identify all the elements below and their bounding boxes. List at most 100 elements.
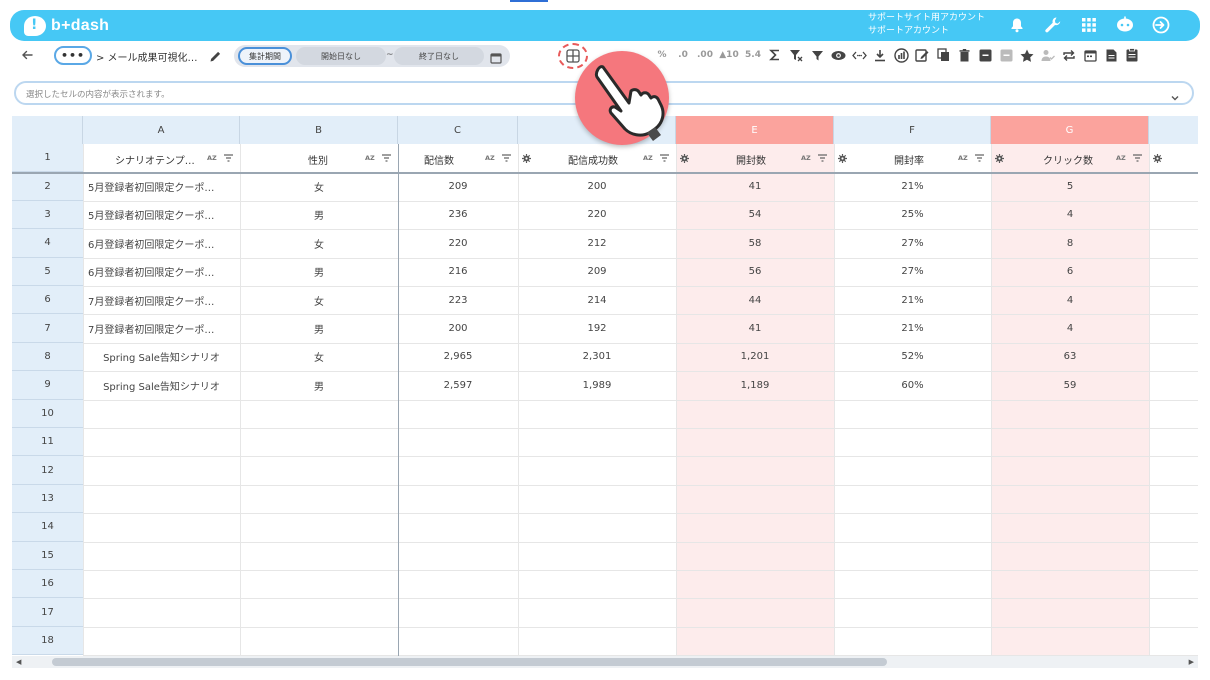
table-cell[interactable]: 1,989 bbox=[518, 371, 676, 399]
row-number[interactable]: 12 bbox=[12, 456, 83, 485]
code-icon[interactable] bbox=[850, 45, 868, 65]
table-cell[interactable]: 56 bbox=[676, 258, 834, 286]
table-cell[interactable]: 男 bbox=[240, 371, 398, 399]
logo[interactable]: b+dash bbox=[24, 15, 109, 37]
row-number[interactable]: 15 bbox=[12, 541, 83, 570]
table-cell[interactable]: 220 bbox=[518, 201, 676, 229]
row-number[interactable]: 16 bbox=[12, 570, 83, 599]
archive-icon[interactable] bbox=[976, 45, 994, 65]
table-cell[interactable]: 192 bbox=[518, 314, 676, 342]
edit-note-icon[interactable] bbox=[913, 45, 931, 65]
filter-icon[interactable] bbox=[808, 45, 826, 65]
table-cell[interactable]: 8 bbox=[991, 229, 1149, 257]
table-cell[interactable]: 1,189 bbox=[676, 371, 834, 399]
field-header-cell[interactable]: 開封数 AZ bbox=[676, 144, 834, 172]
sort-az-icon[interactable]: AZ bbox=[1116, 154, 1126, 162]
row-number[interactable]: 1 bbox=[12, 144, 83, 173]
end-date-input[interactable]: 終了日なし bbox=[394, 47, 484, 65]
column-header-6[interactable]: G bbox=[991, 116, 1149, 144]
table-cell[interactable]: 214 bbox=[518, 286, 676, 314]
table-cell[interactable]: 男 bbox=[240, 314, 398, 342]
table-cell[interactable]: 220 bbox=[398, 229, 518, 257]
table-cell[interactable]: 41 bbox=[676, 172, 834, 200]
table-cell[interactable]: 44 bbox=[676, 286, 834, 314]
table-cell[interactable]: 1,201 bbox=[676, 343, 834, 371]
row-number[interactable]: 3 bbox=[12, 200, 83, 230]
decimal-increase-icon[interactable]: .00 bbox=[695, 45, 715, 65]
apps-grid-icon[interactable] bbox=[1078, 14, 1100, 36]
field-header-cell[interactable]: 開封率 AZ bbox=[834, 144, 991, 172]
chart-circle-icon[interactable] bbox=[892, 45, 910, 65]
column-header-2[interactable]: C bbox=[398, 116, 518, 144]
row-number[interactable]: 11 bbox=[12, 428, 83, 457]
repeat-icon[interactable] bbox=[1060, 45, 1078, 65]
row-number[interactable]: 5 bbox=[12, 257, 83, 286]
row-number[interactable]: 13 bbox=[12, 484, 83, 514]
table-cell[interactable]: 女 bbox=[240, 172, 398, 200]
back-arrow-icon[interactable] bbox=[20, 47, 36, 63]
row-number[interactable]: 10 bbox=[12, 399, 83, 428]
logout-icon[interactable] bbox=[1150, 14, 1172, 36]
filter-small-icon[interactable] bbox=[818, 154, 827, 162]
table-cell[interactable]: 5 bbox=[991, 172, 1149, 200]
table-cell[interactable]: 女 bbox=[240, 229, 398, 257]
table-cell[interactable]: 25% bbox=[834, 201, 991, 229]
calendar-icon[interactable] bbox=[490, 49, 504, 64]
table-cell[interactable]: Spring Sale告知シナリオ bbox=[83, 343, 240, 371]
field-header-cell[interactable]: シナリオテンプ… AZ bbox=[83, 144, 240, 172]
sort-az-icon[interactable]: AZ bbox=[958, 154, 968, 162]
copy-icon[interactable] bbox=[934, 45, 952, 65]
table-cell[interactable]: 200 bbox=[398, 314, 518, 342]
filter-clear-icon[interactable] bbox=[787, 45, 805, 65]
table-cell[interactable]: 2,965 bbox=[398, 343, 518, 371]
sort-az-icon[interactable]: AZ bbox=[801, 154, 811, 162]
row-number[interactable]: 2 bbox=[12, 172, 83, 201]
account-info[interactable]: サポートサイト用アカウント サポートアカウント bbox=[868, 12, 985, 38]
filter-small-icon[interactable] bbox=[660, 154, 669, 162]
table-cell[interactable]: 女 bbox=[240, 343, 398, 371]
field-header-cell[interactable]: 性別 AZ bbox=[240, 144, 398, 172]
table-cell[interactable]: 6月登録者初回限定クーポ… bbox=[83, 229, 240, 257]
field-header-cell[interactable]: 配信成功数 AZ bbox=[518, 144, 676, 172]
row-number[interactable]: 7 bbox=[12, 314, 83, 343]
column-header-1[interactable]: B bbox=[240, 116, 398, 144]
row-number[interactable]: 9 bbox=[12, 371, 83, 400]
row-number[interactable]: 14 bbox=[12, 513, 83, 542]
wrench-icon[interactable] bbox=[1042, 14, 1064, 36]
sort-az-icon[interactable]: AZ bbox=[485, 154, 495, 162]
scroll-left-icon[interactable]: ◀ bbox=[16, 658, 21, 666]
user-check-icon[interactable] bbox=[1039, 45, 1057, 65]
archive-disabled-icon[interactable] bbox=[997, 45, 1015, 65]
table-cell[interactable]: 4 bbox=[991, 201, 1149, 229]
filter-small-icon[interactable] bbox=[224, 154, 233, 162]
document-icon[interactable] bbox=[1102, 45, 1120, 65]
column-header-4[interactable]: E bbox=[676, 116, 834, 144]
row-number[interactable]: 17 bbox=[12, 598, 83, 627]
table-cell[interactable]: 4 bbox=[991, 286, 1149, 314]
breadcrumb[interactable]: > メール成果可視化… bbox=[96, 49, 198, 64]
sort-az-icon[interactable]: AZ bbox=[207, 154, 217, 162]
table-cell[interactable]: 60% bbox=[834, 371, 991, 399]
table-cell[interactable]: 212 bbox=[518, 229, 676, 257]
table-cell[interactable]: 41 bbox=[676, 314, 834, 342]
table-cell[interactable]: 216 bbox=[398, 258, 518, 286]
sum-icon[interactable] bbox=[766, 45, 784, 65]
row-number[interactable]: 4 bbox=[12, 229, 83, 258]
row-number[interactable]: 18 bbox=[12, 626, 83, 656]
edit-pencil-icon[interactable] bbox=[209, 48, 223, 62]
more-button[interactable]: ••• bbox=[54, 46, 92, 65]
table-cell[interactable]: 223 bbox=[398, 286, 518, 314]
gear-icon[interactable] bbox=[1153, 154, 1162, 163]
table-cell[interactable]: 21% bbox=[834, 172, 991, 200]
scroll-right-icon[interactable]: ▶ bbox=[1189, 658, 1194, 666]
field-header-cell[interactable]: 配信数 AZ bbox=[398, 144, 518, 172]
chevron-down-icon[interactable] bbox=[1170, 88, 1180, 101]
table-cell[interactable]: 27% bbox=[834, 258, 991, 286]
table-cell[interactable]: Spring Sale告知シナリオ bbox=[83, 371, 240, 399]
clipboard-icon[interactable] bbox=[1123, 45, 1141, 65]
horizontal-scrollbar[interactable]: ◀ ▶ bbox=[12, 656, 1198, 668]
precision-a-icon[interactable]: ▲10 bbox=[718, 45, 740, 65]
table-cell[interactable]: 236 bbox=[398, 201, 518, 229]
column-header-extra[interactable] bbox=[1149, 116, 1198, 144]
table-cell[interactable]: 5月登録者初回限定クーポ… bbox=[83, 172, 240, 200]
